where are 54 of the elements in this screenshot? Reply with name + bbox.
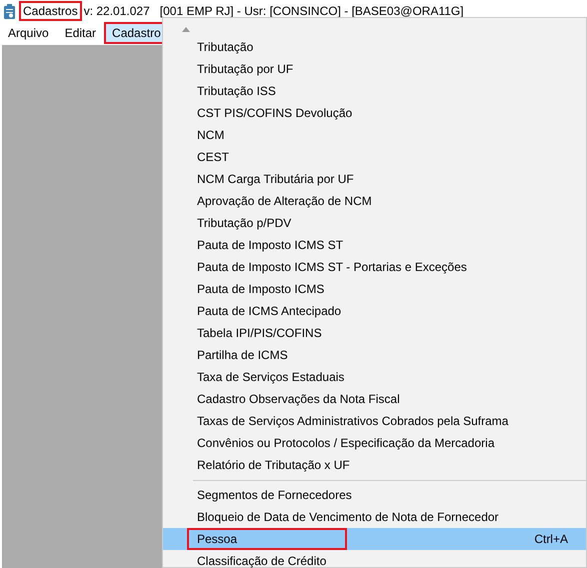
menu-entry[interactable]: Cadastro Observações da Nota Fiscal <box>163 388 586 410</box>
menu-entry[interactable]: Classificação de Crédito <box>163 550 586 568</box>
menu-entry-label: Tributação ISS <box>196 83 277 100</box>
menu-entry-label: Bloqueio de Data de Vencimento de Nota de Fornecedor <box>196 509 500 526</box>
menu-entry[interactable]: Convênios ou Protocolos / Especificação da Mercadoria <box>163 432 586 454</box>
menu-entry[interactable]: Segmentos de Fornecedores <box>163 484 586 506</box>
menu-entry-label: Taxa de Serviços Estaduais <box>196 369 346 386</box>
menu-entry[interactable]: CST PIS/COFINS Devolução <box>163 102 586 124</box>
menu-entry-label: Taxas de Serviços Administrativos Cobrados pela Suframa <box>196 413 510 430</box>
menu-entry[interactable]: Tributação por UF <box>163 58 586 80</box>
menu-entry[interactable]: Tributação p/PDV <box>163 212 586 234</box>
menu-entry-label: Tributação <box>196 39 254 56</box>
menu-entry[interactable]: Tributação ISS <box>163 80 586 102</box>
menu-entry[interactable]: Taxas de Serviços Administrativos Cobrados pela Suframa <box>163 410 586 432</box>
menu-entry-label: NCM <box>196 127 226 144</box>
menu-entry[interactable]: CEST <box>163 146 586 168</box>
menu-entry[interactable]: Partilha de ICMS <box>163 344 586 366</box>
menu-entry-label: Classificação de Crédito <box>196 553 328 568</box>
menu-entry-label: Pauta de Imposto ICMS ST - Portarias e Exceções <box>196 259 468 276</box>
menu-entry-label: CST PIS/COFINS Devolução <box>196 105 354 122</box>
shortcut-label: Ctrl+A <box>534 531 568 548</box>
menu-item[interactable]: Editar <box>56 22 104 44</box>
menu-entry-label: Relatório de Tributação x UF <box>196 457 351 474</box>
menu-entry[interactable]: Relatório de Tributação x UF <box>163 454 586 476</box>
menu-entry[interactable]: Bloqueio de Data de Vencimento de Nota de Fornecedor <box>163 506 586 528</box>
menu-entry-label: Tributação por UF <box>196 61 294 78</box>
menu-entry[interactable]: Pauta de Imposto ICMS <box>163 278 586 300</box>
menu-entry-label: Pauta de Imposto ICMS <box>196 281 326 298</box>
menu-entry-label: Cadastro Observações da Nota Fiscal <box>196 391 401 408</box>
menu-entry-label: Tabela IPI/PIS/COFINS <box>196 325 323 342</box>
menu-entry[interactable]: Pauta de ICMS Antecipado <box>163 300 586 322</box>
menu-entry-label: Pessoa <box>187 528 347 550</box>
menu-entry-label: Partilha de ICMS <box>196 347 289 364</box>
menu-entry[interactable]: NCM Carga Tributária por UF <box>163 168 586 190</box>
menu-entry[interactable]: Taxa de Serviços Estaduais <box>163 366 586 388</box>
menu-entry[interactable]: Pauta de Imposto ICMS ST - Portarias e Exceções <box>163 256 586 278</box>
menu-entry-label: Segmentos de Fornecedores <box>196 487 353 504</box>
app-name: Cadastros <box>19 1 82 21</box>
menu-entry[interactable]: Pessoa Ctrl+A <box>163 528 586 550</box>
window-title: v: 22.01.027 [001 EMP RJ] - Usr: [CONSINCO] - [BASE03@ORA11G] <box>84 3 464 20</box>
menu-entry-label: Pauta de Imposto ICMS ST <box>196 237 344 254</box>
scroll-up-icon[interactable] <box>182 27 190 32</box>
menu-item[interactable]: Arquivo <box>0 22 57 44</box>
menu-entry-label: Tributação p/PDV <box>196 215 292 232</box>
menu-entry[interactable]: Aprovação de Alteração de NCM <box>163 190 586 212</box>
menu-entry-label: CEST <box>196 149 230 166</box>
menu-entry[interactable]: Pauta de Imposto ICMS ST <box>163 234 586 256</box>
menu-entry-label: NCM Carga Tributária por UF <box>196 171 355 188</box>
menu-entry[interactable]: Tabela IPI/PIS/COFINS <box>163 322 586 344</box>
menu-entry-label: Pauta de ICMS Antecipado <box>196 303 342 320</box>
menu-entry[interactable]: NCM <box>163 124 586 146</box>
menu-entry-label: Convênios ou Protocolos / Especificação da Mercadoria <box>196 435 496 452</box>
menu-entry-label: Aprovação de Alteração de NCM <box>196 193 373 210</box>
clipboard-icon <box>3 4 16 18</box>
